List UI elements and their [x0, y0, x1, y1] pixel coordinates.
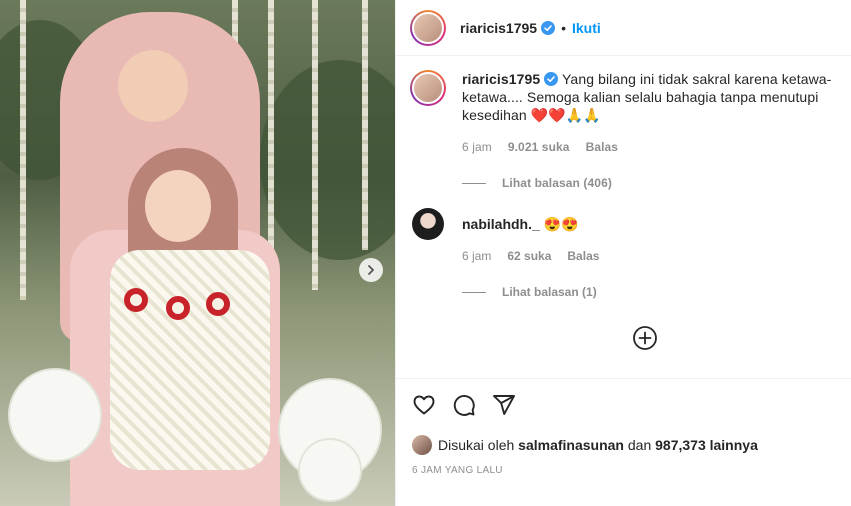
- chevron-right-icon: [368, 265, 374, 275]
- foliage: [260, 60, 395, 260]
- verified-icon: [544, 72, 559, 86]
- instagram-post: riaricis1795 • Ikuti riaricis1795 Yang b…: [0, 0, 851, 506]
- face: [145, 170, 211, 242]
- flower-garland: [20, 0, 26, 300]
- caption-username[interactable]: riaricis1795: [462, 71, 540, 87]
- next-photo-button[interactable]: [359, 258, 383, 282]
- post-header: riaricis1795 • Ikuti: [396, 0, 851, 56]
- liker-username[interactable]: salmafinasunan: [518, 437, 624, 453]
- post-panel: riaricis1795 • Ikuti riaricis1795 Yang b…: [395, 0, 851, 506]
- comments-section: riaricis1795 Yang bilang ini tidak sakra…: [396, 56, 851, 378]
- caption-time[interactable]: 6 jam: [462, 138, 492, 156]
- reply-button[interactable]: Balas: [567, 247, 599, 265]
- caption-likes[interactable]: 9.021 suka: [508, 138, 570, 156]
- replies-line: [462, 291, 486, 293]
- red-flower: [124, 288, 148, 312]
- view-replies-button[interactable]: Lihat balasan (406): [462, 174, 838, 192]
- caption-avatar[interactable]: [410, 70, 446, 106]
- likes-prefix: Disukai oleh: [438, 437, 515, 453]
- action-icons: [412, 391, 836, 419]
- comment-meta: 6 jam 62 suka Balas: [462, 247, 599, 265]
- comment-body: 😍😍: [543, 216, 579, 232]
- liker-avatar[interactable]: [412, 435, 432, 455]
- post-photo[interactable]: [0, 0, 395, 506]
- flower-garland: [362, 0, 368, 250]
- post-time[interactable]: 6 JAM YANG LALU: [412, 465, 836, 476]
- follow-button[interactable]: Ikuti: [572, 20, 601, 36]
- author-avatar[interactable]: [410, 9, 446, 46]
- likes-summary: Disukai oleh salmafinasunan dan 987,373 …: [412, 435, 836, 455]
- add-circle-icon[interactable]: [632, 325, 658, 351]
- author-username[interactable]: riaricis1795: [460, 20, 556, 36]
- share-icon[interactable]: [492, 393, 516, 417]
- comment-time[interactable]: 6 jam: [462, 247, 491, 265]
- flower-garland: [312, 0, 318, 290]
- white-bouquet: [300, 440, 360, 500]
- commenter-username[interactable]: nabilahdh._: [462, 216, 540, 232]
- person-back-face: [118, 50, 188, 122]
- caption-meta: 6 jam 9.021 suka Balas: [462, 138, 838, 156]
- comment-icon[interactable]: [452, 393, 476, 417]
- caption-text: riaricis1795 Yang bilang ini tidak sakra…: [462, 70, 838, 124]
- comment-likes[interactable]: 62 suka: [507, 247, 551, 265]
- flower-shawl: [110, 250, 270, 470]
- reply-button[interactable]: Balas: [586, 138, 619, 156]
- caption: riaricis1795 Yang bilang ini tidak sakra…: [410, 70, 838, 192]
- comment-item: nabilahdh._ 😍😍 6 jam 62 suka Balas Lihat…: [410, 208, 838, 301]
- separator-dot: •: [561, 19, 566, 36]
- comment-text: nabilahdh._ 😍😍: [462, 215, 599, 233]
- red-flower: [166, 296, 190, 320]
- commenter-avatar[interactable]: [412, 208, 444, 240]
- heart-icon[interactable]: [412, 393, 436, 417]
- red-flower: [206, 292, 230, 316]
- post-actions: Disukai oleh salmafinasunan dan 987,373 …: [396, 378, 851, 476]
- replies-line: [462, 182, 486, 184]
- view-replies-label: Lihat balasan (406): [502, 176, 612, 190]
- likes-others[interactable]: 987,373 lainnya: [655, 437, 758, 453]
- likes-middle: dan: [627, 437, 652, 453]
- verified-icon: [541, 20, 556, 35]
- white-bouquet: [10, 370, 100, 460]
- view-replies-button[interactable]: Lihat balasan (1): [462, 283, 599, 301]
- view-replies-label: Lihat balasan (1): [502, 285, 597, 299]
